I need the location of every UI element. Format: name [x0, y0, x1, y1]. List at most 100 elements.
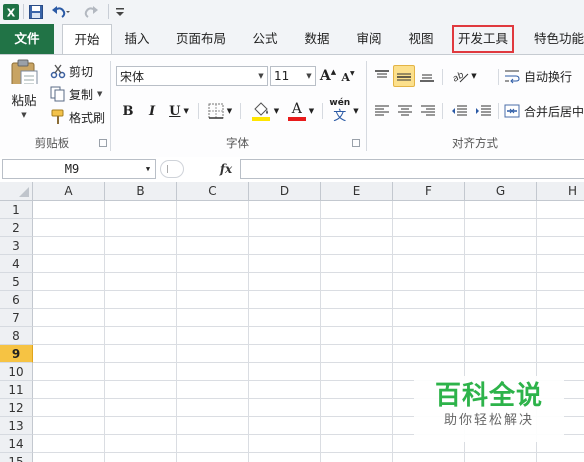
row-header[interactable]: 8	[0, 327, 33, 345]
chevron-down-icon: ▼	[258, 72, 264, 80]
paste-dropdown-icon: ▼	[21, 111, 27, 119]
font-launcher-icon[interactable]	[352, 139, 360, 147]
tab-file[interactable]: 文件	[0, 24, 54, 54]
save-icon[interactable]	[28, 3, 44, 20]
align-right-button[interactable]	[418, 100, 438, 122]
align-left-button[interactable]	[372, 100, 392, 122]
svg-text:X: X	[7, 6, 16, 19]
row-header[interactable]: 12	[0, 399, 33, 417]
phonetic-guide-button[interactable]: wén 文 ▼	[328, 97, 360, 125]
clipboard-launcher-icon[interactable]	[99, 139, 107, 147]
merge-center-button[interactable]: 合并后居中	[504, 101, 584, 121]
format-painter-button[interactable]: 格式刷	[50, 107, 105, 127]
fill-color-button[interactable]: ▼	[248, 99, 282, 123]
cut-button[interactable]: 剪切	[50, 61, 93, 81]
decrease-indent-button[interactable]	[448, 100, 470, 122]
font-name-value: 宋体	[120, 69, 145, 84]
grow-font-button[interactable]: A ▲	[319, 66, 337, 86]
row-header[interactable]: 13	[0, 417, 33, 435]
orientation-button[interactable]: ab ▼	[448, 65, 480, 87]
tab-formulas[interactable]: 公式	[244, 24, 286, 54]
row-header[interactable]: 15	[0, 453, 33, 462]
row-header-selected[interactable]: 9	[0, 345, 33, 363]
select-all-corner[interactable]	[0, 182, 33, 201]
tab-review[interactable]: 审阅	[348, 24, 390, 54]
undo-icon[interactable]	[50, 3, 72, 20]
shrink-font-button[interactable]: A ▼	[339, 68, 357, 86]
tab-special-features[interactable]: 特色功能	[528, 24, 584, 54]
align-bottom-icon	[420, 74, 434, 82]
column-header[interactable]: A	[33, 182, 105, 201]
column-header[interactable]: D	[249, 182, 321, 201]
chevron-down-icon: ▼	[306, 72, 312, 80]
align-middle-icon	[397, 73, 411, 81]
border-icon	[208, 103, 224, 119]
text-orientation-icon: ab	[451, 70, 469, 84]
paste-icon	[11, 59, 38, 84]
svg-text:ab: ab	[451, 70, 466, 84]
underline-button[interactable]: U ▼	[166, 100, 192, 122]
row-header[interactable]: 11	[0, 381, 33, 399]
align-left-icon	[375, 105, 389, 116]
tab-page-layout[interactable]: 页面布局	[170, 24, 232, 54]
copy-icon	[50, 86, 65, 102]
italic-button[interactable]: I	[142, 100, 162, 122]
font-name-combo[interactable]: 宋体 ▼	[116, 66, 268, 86]
row-header[interactable]: 4	[0, 255, 33, 273]
cut-label: 剪切	[69, 64, 94, 79]
tab-insert[interactable]: 插入	[116, 24, 158, 54]
ribbon-tab-row: 文件 开始 插入 页面布局 公式 数据 审阅 视图 开发工具 特色功能	[0, 24, 584, 56]
clipboard-group-label: 剪贴板	[34, 136, 70, 150]
column-header[interactable]: G	[465, 182, 537, 201]
excel-logo-icon: X	[3, 3, 19, 20]
decrease-indent-icon	[452, 105, 467, 116]
formula-bar-resize-handle[interactable]	[160, 160, 184, 178]
bold-button[interactable]: B	[118, 100, 138, 122]
column-header[interactable]: E	[321, 182, 393, 201]
align-right-icon	[421, 105, 435, 116]
font-size-combo[interactable]: 11 ▼	[270, 66, 316, 86]
align-middle-button[interactable]	[393, 65, 415, 87]
tab-home[interactable]: 开始	[62, 24, 112, 56]
tab-view[interactable]: 视图	[400, 24, 442, 54]
column-header[interactable]: C	[177, 182, 249, 201]
redo-icon[interactable]	[80, 3, 102, 20]
quick-access-toolbar: X	[0, 0, 584, 25]
column-header[interactable]: H	[537, 182, 584, 201]
row-header[interactable]: 2	[0, 219, 33, 237]
font-color-button[interactable]: A ▼	[286, 99, 316, 123]
row-header[interactable]: 1	[0, 201, 33, 219]
format-painter-icon	[51, 109, 64, 124]
copy-dropdown-icon: ▼	[97, 90, 103, 98]
formula-input[interactable]	[240, 159, 584, 179]
customize-qat-icon[interactable]	[113, 3, 127, 20]
border-button[interactable]: ▼	[204, 100, 236, 122]
watermark-title: 百科全说	[434, 381, 543, 411]
font-color-swatch	[287, 116, 306, 121]
row-header[interactable]: 10	[0, 363, 33, 381]
row-header[interactable]: 14	[0, 435, 33, 453]
merge-center-icon	[504, 104, 520, 118]
column-header[interactable]: F	[393, 182, 465, 201]
copy-button[interactable]: 复制 ▼	[50, 84, 102, 104]
increase-indent-button[interactable]	[472, 100, 494, 122]
wrap-text-button[interactable]: 自动换行	[504, 66, 572, 86]
tab-data[interactable]: 数据	[296, 24, 338, 54]
paste-label: 粘贴	[11, 93, 37, 108]
tab-developer[interactable]: 开发工具	[452, 25, 514, 53]
scissors-icon	[50, 64, 66, 79]
align-center-icon	[398, 105, 412, 116]
insert-function-button[interactable]: fx	[216, 160, 236, 178]
wrap-text-icon	[505, 70, 520, 84]
align-top-button[interactable]	[372, 66, 392, 86]
align-center-button[interactable]	[395, 100, 415, 122]
row-header[interactable]: 3	[0, 237, 33, 255]
name-box[interactable]: M9 ▼	[2, 159, 156, 179]
paste-button[interactable]: 粘贴 ▼	[6, 59, 42, 119]
row-header[interactable]: 6	[0, 291, 33, 309]
column-header[interactable]: B	[105, 182, 177, 201]
ribbon-home: 粘贴 ▼ 剪切 复制 ▼ 格式刷 剪贴板 宋体 ▼ 11 ▼ A ▲ A ▼ B I…	[0, 54, 584, 158]
row-header[interactable]: 7	[0, 309, 33, 327]
align-bottom-button[interactable]	[417, 66, 437, 86]
row-header[interactable]: 5	[0, 273, 33, 291]
